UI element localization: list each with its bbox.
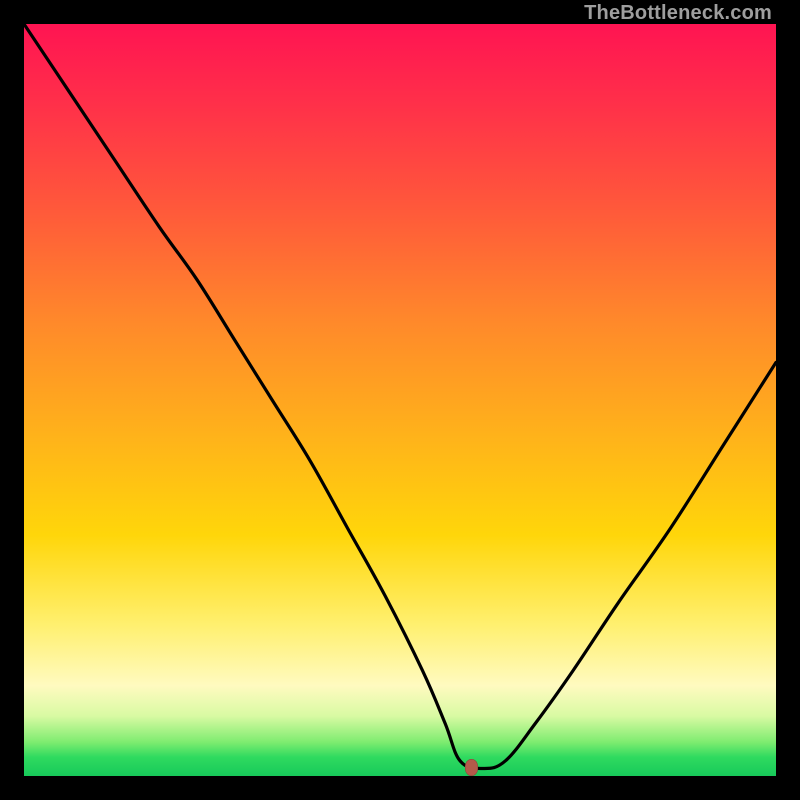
curve-path <box>24 24 776 768</box>
bottleneck-curve <box>24 24 776 776</box>
optimal-point-marker <box>465 759 478 776</box>
chart-frame: TheBottleneck.com <box>0 0 800 800</box>
watermark-text: TheBottleneck.com <box>584 2 772 25</box>
